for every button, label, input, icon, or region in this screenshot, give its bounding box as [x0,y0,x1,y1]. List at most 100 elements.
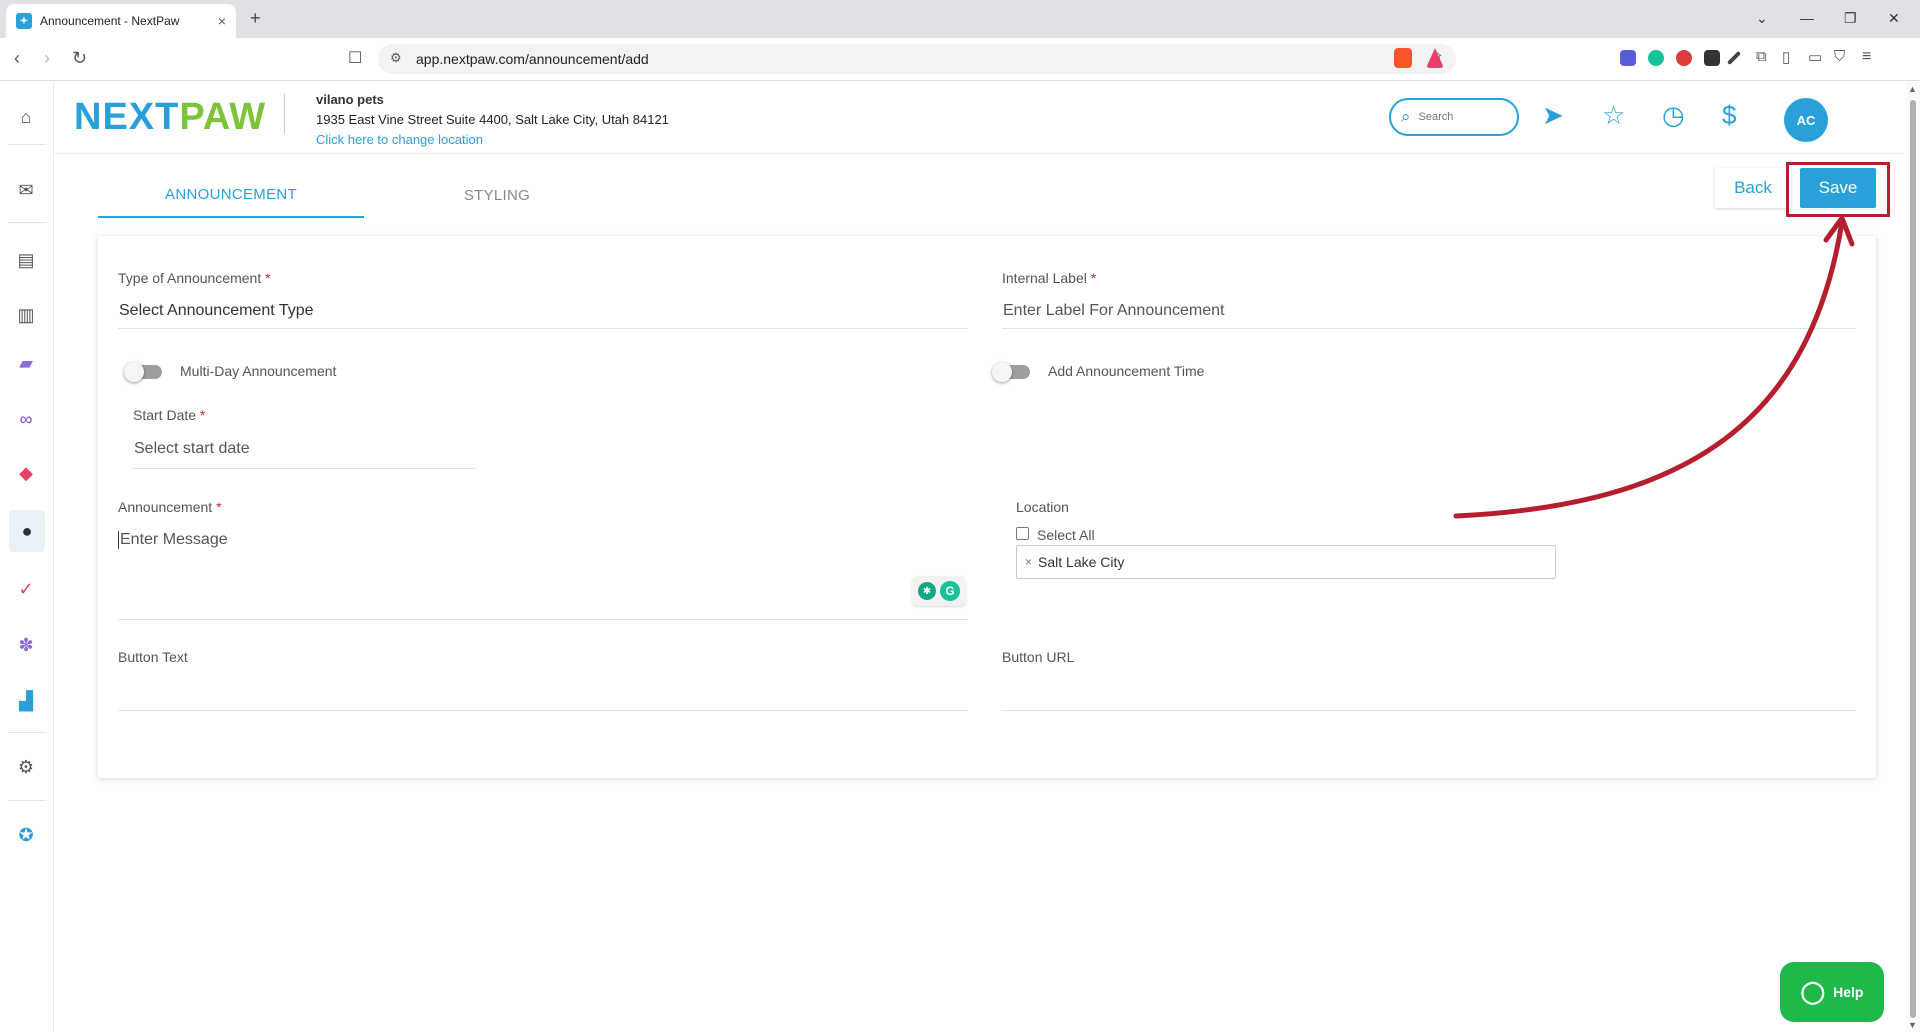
button-text-underline[interactable] [118,710,968,711]
announcement-message-input[interactable]: Enter Message [118,531,228,549]
nextpaw-favicon-icon: ✦ [16,13,32,29]
type-select[interactable]: Select Announcement Type [119,302,314,320]
start-date-label: Start Date * [133,407,205,423]
close-window-button[interactable]: ✕ [1888,10,1900,27]
forward-arrow-icon[interactable]: › [44,48,50,69]
lightbulb-icon[interactable]: ✱ [918,582,936,600]
browser-tab-bar: ✦ Announcement - NextPaw × + ⌄ — ❐ ✕ [0,0,1920,38]
type-label: Type of Announcement * [118,270,271,286]
ticket-icon[interactable]: ▰ [13,350,39,376]
send-icon[interactable]: ➤ [1542,100,1564,131]
required-mark: * [216,499,222,515]
scroll-up-icon[interactable]: ▲ [1908,84,1917,94]
back-arrow-icon[interactable]: ‹ [14,48,20,69]
clock-icon[interactable]: ◷ [1662,100,1685,131]
award-icon[interactable]: ✪ [13,822,39,848]
select-all-label: Select All [1037,527,1095,543]
scrollbar-thumb[interactable] [1910,100,1916,1018]
start-date-label-text: Start Date [133,407,197,423]
extension-1-icon[interactable] [1620,50,1636,66]
tag-icon[interactable]: ◆ [13,460,39,486]
logo-paw-text: PAW [179,96,267,138]
pen-extension-icon[interactable] [1726,50,1742,66]
wallet-icon[interactable]: ▭ [1808,48,1822,66]
extension-4-icon[interactable] [1704,50,1720,66]
reload-icon[interactable]: ↻ [72,48,87,69]
change-location-link[interactable]: Click here to change location [316,132,669,147]
brave-shield-icon[interactable] [1394,48,1412,68]
business-name: vilano pets [316,92,384,107]
internal-label-input[interactable]: Enter Label For Announcement [1003,302,1224,320]
internal-label: Internal Label * [1002,270,1096,286]
sidebar-divider [8,222,46,223]
search-input[interactable] [1418,111,1499,123]
toggle-knob [992,362,1012,382]
extensions-puzzle-icon[interactable]: ⧉ [1756,48,1767,65]
billing-icon[interactable]: $ [1722,100,1736,131]
app-sidebar: ⌂ ✉ ▤ ▥ ▰ ∞ ◆ ● ✓ ✽ ▟ ⚙ ✪ [0,82,54,1032]
add-time-toggle[interactable] [992,362,1030,382]
checklist-icon[interactable]: ✓ [13,576,39,602]
gift-icon[interactable]: ✽ [13,632,39,658]
minimize-window-button[interactable]: — [1800,10,1814,26]
browser-tab[interactable]: ✦ Announcement - NextPaw × [6,4,236,38]
browser-menu-icon[interactable]: ≡ [1862,48,1871,66]
sidebar-divider [8,144,46,145]
start-date-underline [133,468,475,469]
analytics-icon[interactable]: ▟ [13,688,39,714]
link-icon[interactable]: ∞ [13,406,39,432]
search-icon: ⌕ [1401,107,1411,126]
location-select[interactable]: × Salt Lake City [1016,545,1556,579]
home-icon[interactable]: ⌂ [13,104,39,130]
nextpaw-logo[interactable]: NEXTPAW [74,96,266,139]
page-scrollbar[interactable]: ▲ ▼ [1906,82,1920,1032]
announcement-label-text: Announcement [118,499,213,515]
search-box[interactable]: ⌕ [1389,98,1519,136]
sidebar-divider [8,800,46,801]
add-time-label: Add Announcement Time [1048,363,1205,379]
logo-next-text: NEXT [74,96,180,138]
start-date-input[interactable]: Select start date [134,440,250,458]
url-text: app.nextpaw.com/announcement/add [416,51,649,67]
chat-icon[interactable]: ✉ [13,177,39,203]
user-avatar[interactable]: AC [1784,98,1828,142]
url-field[interactable]: ⚙ app.nextpaw.com/announcement/add ⇪ [378,44,1456,74]
required-mark: * [199,407,206,423]
location-label: Location [1016,499,1069,515]
business-address: 1935 East Vine Street Suite 4400, Salt L… [316,112,669,127]
new-tab-button[interactable]: + [250,8,261,29]
tab-styling[interactable]: STYLING [364,172,630,218]
back-button[interactable]: Back [1715,168,1791,208]
toggle-knob [124,362,144,382]
help-button[interactable]: ◯ Help [1780,962,1884,1022]
multiday-toggle[interactable] [124,362,162,382]
grammarly-widget[interactable]: ✱ G [912,576,966,606]
tab-announcement[interactable]: ANNOUNCEMENT [98,172,364,218]
microphone-icon[interactable]: ● [9,510,45,552]
settings-panel-icon[interactable]: ⚙ [13,754,39,780]
close-tab-icon[interactable]: × [218,13,226,29]
site-settings-icon[interactable]: ⚙ [390,50,402,66]
internal-underline [1002,328,1856,329]
grammarly-icon[interactable]: G [940,581,960,601]
bookmark-icon[interactable]: ☐ [348,48,362,68]
button-url-label: Button URL [1002,649,1075,665]
select-all-checkbox[interactable] [1016,527,1029,540]
browser-tab-title: Announcement - NextPaw [40,14,180,28]
tab-search-icon[interactable]: ⌄ [1756,10,1768,27]
scroll-down-icon[interactable]: ▼ [1908,1020,1917,1030]
sidebar-toggle-icon[interactable]: ▯ [1782,48,1790,66]
reviews-icon[interactable]: ☆ [1602,100,1625,131]
reports-icon[interactable]: ▤ [13,247,39,273]
extension-3-icon[interactable] [1676,50,1692,66]
announcement-form-card: Type of Announcement * Select Announceme… [98,236,1876,778]
restore-window-button[interactable]: ❐ [1844,10,1857,27]
announcement-underline [118,619,968,620]
remove-location-icon[interactable]: × [1025,555,1032,569]
required-mark: * [1090,270,1097,286]
building-icon[interactable]: ▥ [13,302,39,328]
multiday-label: Multi-Day Announcement [180,363,337,379]
vpn-shield-icon[interactable]: ⛉ [1834,48,1845,65]
grammarly-extension-icon[interactable] [1648,50,1664,66]
button-url-underline[interactable] [1002,710,1856,711]
